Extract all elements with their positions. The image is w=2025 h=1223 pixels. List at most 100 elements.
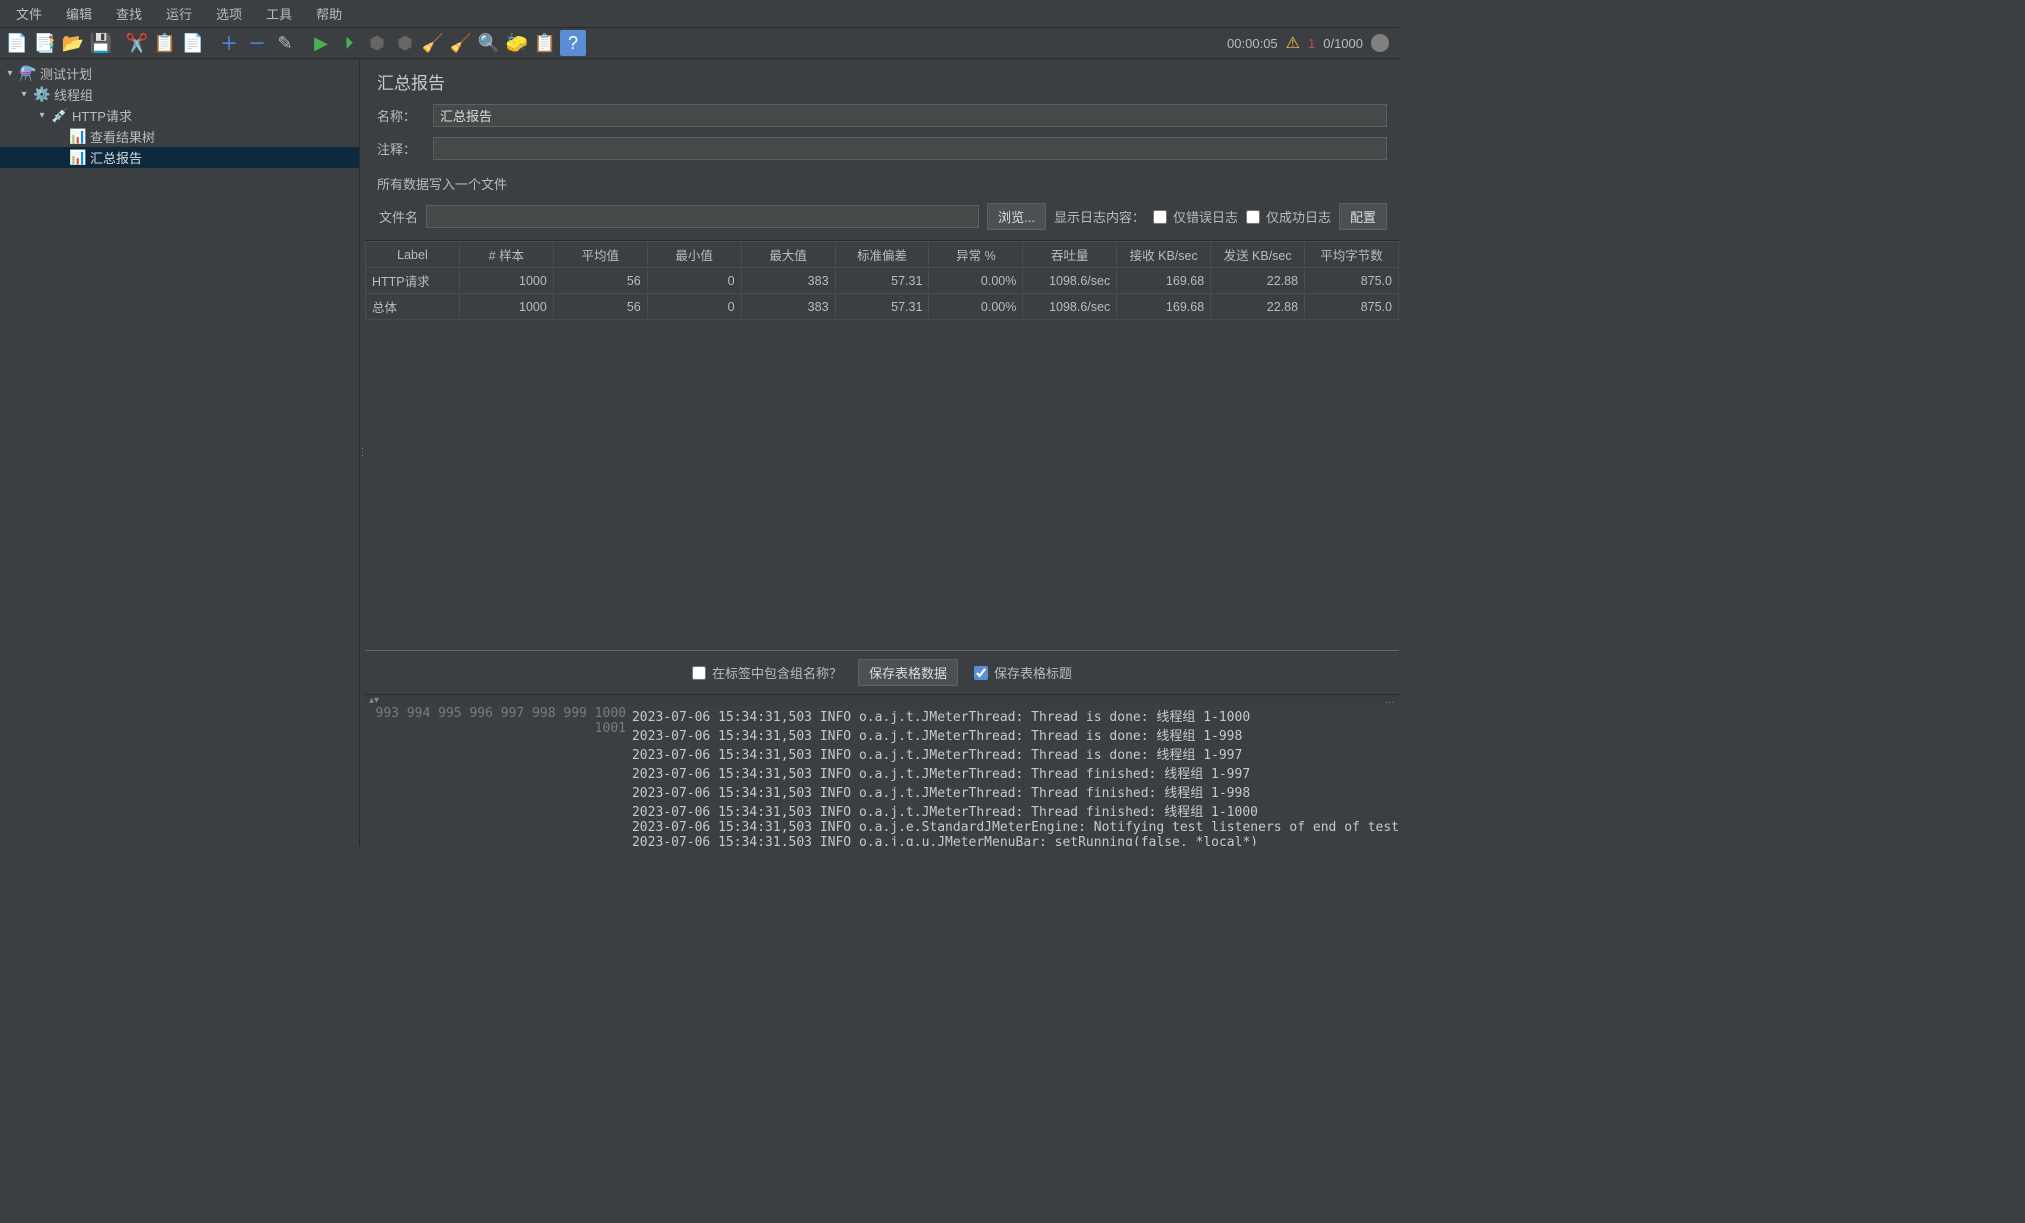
flask-icon: ⚗️ xyxy=(20,66,36,82)
new-icon[interactable]: 📄 xyxy=(4,30,30,56)
menu-file[interactable]: 文件 xyxy=(4,2,54,25)
stop-icon[interactable]: ⬢ xyxy=(364,30,390,56)
table-cell: 总体 xyxy=(366,294,460,320)
search-tree-icon[interactable]: 🔍 xyxy=(476,30,502,56)
copy-icon[interactable]: 📋 xyxy=(152,30,178,56)
column-header[interactable]: # 样本 xyxy=(459,242,553,268)
clear-icon[interactable]: 🧹 xyxy=(420,30,446,56)
tree-label: HTTP请求 xyxy=(72,106,132,125)
column-header[interactable]: 接收 KB/sec xyxy=(1117,242,1211,268)
column-header[interactable]: 发送 KB/sec xyxy=(1211,242,1305,268)
table-row[interactable]: HTTP请求100056038357.310.00%1098.6/sec169.… xyxy=(366,268,1399,294)
start-no-pauses-icon[interactable]: ⏵ xyxy=(336,30,362,56)
warning-icon[interactable]: ⚠ xyxy=(1286,33,1300,53)
table-cell: 22.88 xyxy=(1211,294,1305,320)
help-icon[interactable]: ? xyxy=(560,30,586,56)
menu-run[interactable]: 运行 xyxy=(154,2,204,25)
tree-summary-report[interactable]: 📊 汇总报告 xyxy=(0,147,359,168)
chevron-down-icon[interactable]: ▾ xyxy=(36,110,48,121)
table-cell: 169.68 xyxy=(1117,294,1211,320)
table-cell: HTTP请求 xyxy=(366,268,460,294)
chevron-down-icon[interactable]: ▾ xyxy=(4,68,16,79)
tree-label: 查看结果树 xyxy=(90,127,155,146)
browse-button[interactable]: 浏览... xyxy=(987,203,1046,230)
column-header[interactable]: 平均字节数 xyxy=(1305,242,1399,268)
column-header[interactable]: 标准偏差 xyxy=(835,242,929,268)
table-cell: 57.31 xyxy=(835,294,929,320)
chevron-down-icon[interactable]: ▾ xyxy=(18,89,30,100)
comment-label: 注释： xyxy=(377,139,425,158)
table-cell: 56 xyxy=(553,294,647,320)
gear-icon: ⚙️ xyxy=(34,87,50,103)
comment-input[interactable] xyxy=(433,137,1387,160)
start-icon[interactable]: ▶ xyxy=(308,30,334,56)
table-cell: 57.31 xyxy=(835,268,929,294)
name-input[interactable] xyxy=(433,104,1387,127)
tree-view-results[interactable]: 📊 查看结果树 xyxy=(0,126,359,147)
table-cell: 1098.6/sec xyxy=(1023,268,1117,294)
table-cell: 169.68 xyxy=(1117,268,1211,294)
log-info-label: 显示日志内容： xyxy=(1054,207,1145,226)
column-header[interactable]: 平均值 xyxy=(553,242,647,268)
column-header[interactable]: 最小值 xyxy=(647,242,741,268)
save-icon[interactable]: 💾 xyxy=(88,30,114,56)
tree-label: 测试计划 xyxy=(40,64,92,83)
table-row[interactable]: 总体100056038357.310.00%1098.6/sec169.6822… xyxy=(366,294,1399,320)
errors-only-checkbox[interactable]: 仅错误日志 xyxy=(1153,207,1238,226)
log-panel: ▴▾… 993 994 995 996 997 998 999 1000 100… xyxy=(365,694,1399,846)
thread-count: 0/1000 xyxy=(1323,36,1363,51)
clear-all-icon[interactable]: 🧹 xyxy=(448,30,474,56)
config-button[interactable]: 配置 xyxy=(1339,203,1387,230)
menu-bar: 文件 编辑 查找 运行 选项 工具 帮助 xyxy=(0,0,1399,28)
panel-title: 汇总报告 xyxy=(377,69,1387,94)
cut-icon[interactable]: ✂️ xyxy=(124,30,150,56)
log-lines[interactable]: 2023-07-06 15:34:31,503 INFO o.a.j.t.JMe… xyxy=(632,706,1399,846)
column-header[interactable]: 吞吐量 xyxy=(1023,242,1117,268)
table-cell: 0.00% xyxy=(929,268,1023,294)
column-header[interactable]: 最大值 xyxy=(741,242,835,268)
name-label: 名称： xyxy=(377,106,425,125)
shutdown-icon[interactable]: ⬢ xyxy=(392,30,418,56)
collapse-icon[interactable]: － xyxy=(244,30,270,56)
menu-tools[interactable]: 工具 xyxy=(254,2,304,25)
table-cell: 383 xyxy=(741,268,835,294)
expand-icon[interactable]: ＋ xyxy=(216,30,242,56)
table-cell: 1000 xyxy=(459,294,553,320)
table-cell: 0 xyxy=(647,268,741,294)
table-cell: 383 xyxy=(741,294,835,320)
tree-label: 汇总报告 xyxy=(90,148,142,167)
tree-test-plan[interactable]: ▾ ⚗️ 测试计划 xyxy=(0,63,359,84)
tree-http-request[interactable]: ▾ 💉 HTTP请求 xyxy=(0,105,359,126)
table-cell: 1000 xyxy=(459,268,553,294)
include-group-checkbox[interactable]: 在标签中包含组名称？ xyxy=(692,663,842,682)
open-icon[interactable]: 📂 xyxy=(60,30,86,56)
column-header[interactable]: 异常 % xyxy=(929,242,1023,268)
status-indicator-icon xyxy=(1371,34,1389,52)
log-gutter: 993 994 995 996 997 998 999 1000 1001 xyxy=(365,706,632,846)
menu-search[interactable]: 查找 xyxy=(104,2,154,25)
table-cell: 56 xyxy=(553,268,647,294)
table-cell: 875.0 xyxy=(1305,294,1399,320)
save-table-data-button[interactable]: 保存表格数据 xyxy=(858,659,958,686)
function-helper-icon[interactable]: 📋 xyxy=(532,30,558,56)
paste-icon[interactable]: 📄 xyxy=(180,30,206,56)
summary-table[interactable]: Label# 样本平均值最小值最大值标准偏差异常 %吞吐量接收 KB/sec发送… xyxy=(365,240,1399,650)
table-cell: 875.0 xyxy=(1305,268,1399,294)
file-input[interactable] xyxy=(426,205,979,228)
file-group-label: 所有数据写入一个文件 xyxy=(377,170,1387,193)
report-icon: 📊 xyxy=(70,150,86,166)
column-header[interactable]: Label xyxy=(366,242,460,268)
toggle-icon[interactable]: ✎ xyxy=(272,30,298,56)
menu-options[interactable]: 选项 xyxy=(204,2,254,25)
tree-thread-group[interactable]: ▾ ⚙️ 线程组 xyxy=(0,84,359,105)
file-label: 文件名 xyxy=(379,207,418,226)
test-plan-tree[interactable]: ▾ ⚗️ 测试计划 ▾ ⚙️ 线程组 ▾ 💉 HTTP请求 📊 查看结果树 📊 … xyxy=(0,59,360,846)
success-only-checkbox[interactable]: 仅成功日志 xyxy=(1246,207,1331,226)
templates-icon[interactable]: 📑 xyxy=(32,30,58,56)
table-cell: 0.00% xyxy=(929,294,1023,320)
reset-search-icon[interactable]: 🧽 xyxy=(504,30,530,56)
menu-help[interactable]: 帮助 xyxy=(304,2,354,25)
save-header-checkbox[interactable]: 保存表格标题 xyxy=(974,663,1072,682)
warning-count: 1 xyxy=(1308,36,1315,51)
menu-edit[interactable]: 编辑 xyxy=(54,2,104,25)
